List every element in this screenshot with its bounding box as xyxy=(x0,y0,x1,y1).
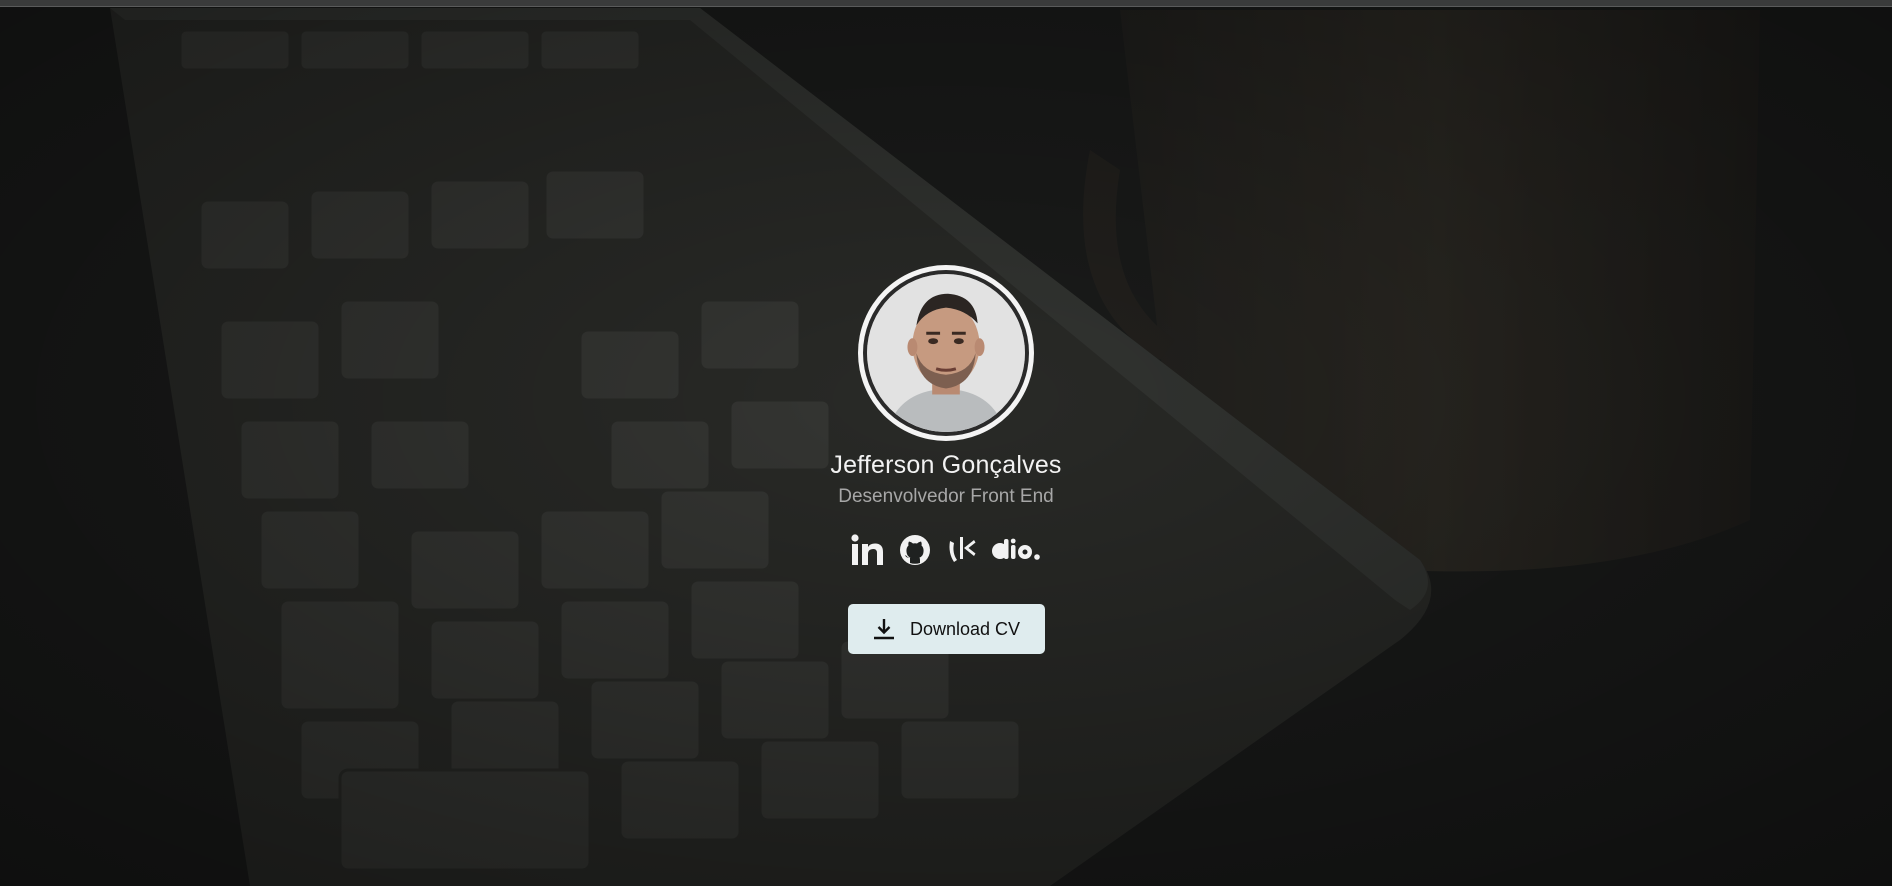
download-cv-button[interactable]: Download CV xyxy=(847,604,1045,654)
profile-name: Jefferson Gonçalves xyxy=(830,451,1062,479)
avatar-ring xyxy=(858,265,1034,441)
rocketseat-icon xyxy=(949,537,976,562)
linkedin-icon xyxy=(851,534,883,565)
avatar xyxy=(867,274,1025,432)
profile-card: Jefferson Gonçalves Desenvolvedor Front … xyxy=(0,265,1892,654)
github-icon xyxy=(900,535,930,565)
profile-role: Desenvolvedor Front End xyxy=(838,486,1054,507)
github-link[interactable] xyxy=(898,530,932,570)
download-icon xyxy=(873,619,894,640)
browser-top-edge xyxy=(0,0,1892,7)
download-cv-label: Download CV xyxy=(909,618,1021,639)
dio-link[interactable] xyxy=(990,530,1042,570)
avatar-frame xyxy=(863,270,1029,436)
social-links xyxy=(850,530,1042,570)
dio-icon xyxy=(992,538,1040,560)
linkedin-link[interactable] xyxy=(850,530,886,570)
rocketseat-link[interactable] xyxy=(944,530,978,570)
page: Jefferson Gonçalves Desenvolvedor Front … xyxy=(0,0,1892,886)
